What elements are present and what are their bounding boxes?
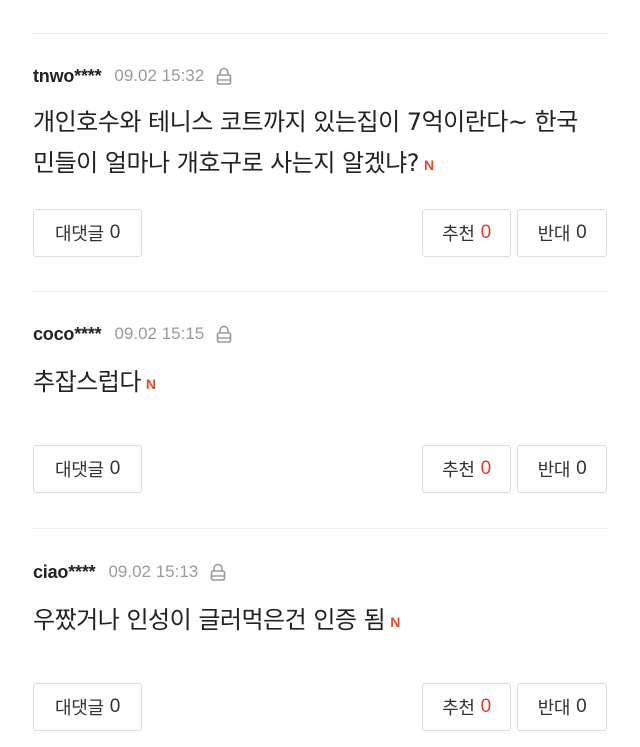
- comment-list: tnwo**** 09.02 15:32 개인호수와 테니스 코트까지 있는집이…: [0, 0, 640, 747]
- new-badge: N: [390, 614, 401, 630]
- lock-icon[interactable]: [210, 563, 226, 581]
- oppose-label: 반대: [537, 698, 571, 719]
- recommend-label: 추천: [442, 698, 475, 719]
- reply-count: 0: [109, 696, 121, 717]
- comment-datetime: 09.02 15:13: [108, 562, 199, 581]
- recommend-button[interactable]: 추천 0: [422, 683, 511, 731]
- comment-text: 우짰거나 인성이 글러먹은건 인증 됨N: [33, 600, 400, 643]
- comment-meta: ciao**** 09.02 15:13: [33, 560, 226, 584]
- comment-author[interactable]: ciao****: [33, 562, 96, 583]
- reply-label: 대댓글: [54, 698, 104, 719]
- comment-text-line: 우짰거나 인성이 글러먹은건 인증 됨: [33, 606, 386, 634]
- recommend-count: 0: [480, 696, 492, 717]
- comment-item: ciao**** 09.02 15:13 우짰거나 인성이 글러먹은건 인증 됨…: [33, 0, 607, 747]
- reply-button[interactable]: 대댓글 0: [33, 683, 142, 731]
- oppose-count: 0: [576, 696, 587, 717]
- oppose-button[interactable]: 반대 0: [517, 683, 607, 731]
